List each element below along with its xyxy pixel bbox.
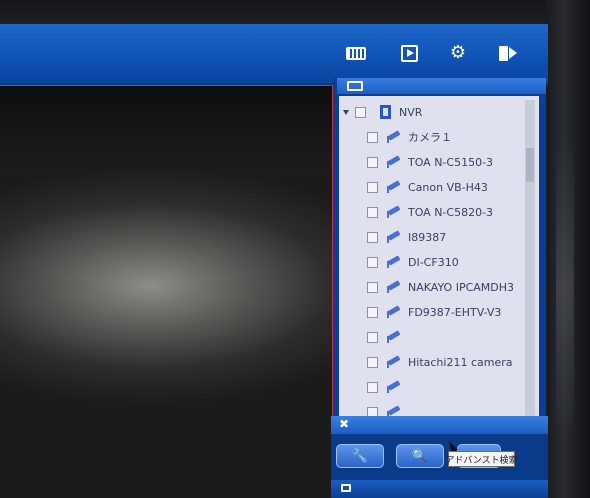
wrench-icon: 🔧 [351,448,369,464]
camera-icon [386,230,402,243]
play-icon[interactable] [398,42,420,64]
camera-checkbox[interactable] [367,231,378,243]
camera-item[interactable]: I89387 [367,227,446,247]
camera-item[interactable]: FD9387-EHTV-V3 [367,302,501,322]
camera-item[interactable]: TOA N-C5820-3 [367,202,493,222]
globe-search-icon: 🔍 [411,448,429,464]
monitor-bezel-top [0,0,590,24]
camera-item[interactable]: Canon VB-H43 [367,177,488,197]
expand-arrow-icon[interactable] [343,109,349,115]
monitor-bezel-right [546,0,590,498]
camera-label: TOA N-C5150-3 [408,155,494,169]
nvr-label: NVR [399,105,423,119]
camera-checkbox[interactable] [367,331,378,343]
camera-checkbox[interactable] [367,181,378,193]
tree-root-nvr[interactable]: NVR [343,102,422,122]
camera-icon [386,305,402,318]
camera-label: DI-CF310 [408,255,459,269]
device-list-header [337,78,546,94]
camera-label: TOA N-C5820-3 [408,205,494,219]
camera-item[interactable]: カメラ１ [367,127,452,147]
camera-item[interactable]: NAKAYO IPCAMDH3 [367,277,514,297]
scrollbar-thumb[interactable] [526,148,534,182]
nvr-checkbox[interactable] [355,106,366,118]
camera-icon [386,330,402,343]
camera-checkbox[interactable] [367,206,378,218]
advanced-search-tooltip: アドバンスト検索 [445,451,518,467]
camera-item[interactable]: Hitachi211 camera [367,352,512,372]
bezel-glare [556,140,574,440]
tools-header-icon: ✖ [339,417,350,431]
bottom-strip-icon [341,484,351,492]
camera-icon [386,155,402,168]
bottom-strip [331,480,548,498]
camera-label: カメラ１ [408,131,452,144]
view-shade [0,86,332,176]
tools-header: ✖ [331,416,548,434]
exit-icon[interactable] [497,42,519,64]
camera-icon [386,205,402,218]
camera-checkbox[interactable] [367,256,378,268]
device-search-button[interactable]: 🔍 [396,444,444,468]
camera-item[interactable]: TOA N-C5150-3 [367,152,493,172]
camera-icon [386,130,402,143]
camera-item[interactable] [367,327,408,347]
camera-label: FD9387-EHTV-V3 [408,305,502,319]
settings-gear-icon[interactable]: ⚙ [447,42,469,64]
camera-label: NAKAYO IPCAMDH3 [408,280,515,294]
camera-icon [386,180,402,193]
camera-label: I89387 [408,230,447,244]
camera-icon [386,380,402,393]
camera-item[interactable]: DI-CF310 [367,252,459,272]
camera-item[interactable] [367,377,408,397]
camera-checkbox[interactable] [367,156,378,168]
nvr-icon [380,105,391,119]
configure-button[interactable]: 🔧 [336,444,384,468]
camera-label: Canon VB-H43 [408,180,488,194]
device-list-icon [347,81,363,91]
camera-icon [386,255,402,268]
camera-checkbox[interactable] [367,281,378,293]
camera-checkbox[interactable] [367,356,378,368]
camera-checkbox[interactable] [367,381,378,393]
camera-icon [386,280,402,293]
camera-checkbox[interactable] [367,131,378,143]
top-toolbar: ⚙ [0,24,548,85]
camera-checkbox[interactable] [367,306,378,318]
camera-icon [386,355,402,368]
video-view-pane[interactable] [0,85,333,498]
keyboard-icon[interactable] [345,42,367,64]
camera-label: Hitachi211 camera [408,355,513,369]
